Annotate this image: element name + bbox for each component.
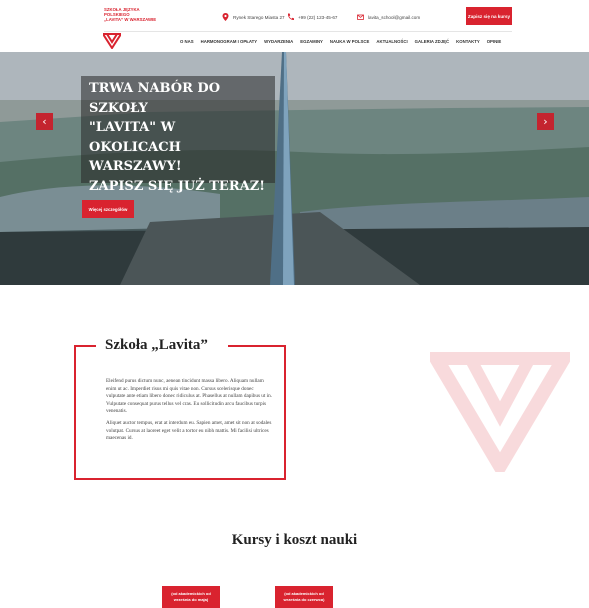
hero-title-line-1: TRWA NABÓR DO SZKOŁY bbox=[89, 81, 221, 116]
course-button-june[interactable]: (od akademickich od września do czerwca) bbox=[275, 586, 333, 608]
watermark-logo-icon bbox=[430, 352, 570, 472]
course-button-june-line-2: września do czerwca) bbox=[283, 597, 325, 602]
phone-icon bbox=[287, 13, 294, 21]
about-paragraph-1: Eleifend purus dictum nunc, aenean tinci… bbox=[106, 378, 272, 415]
nav-item-events[interactable]: WYDARZENIA bbox=[264, 39, 293, 47]
nav-item-contacts[interactable]: KONTAKTY bbox=[456, 39, 480, 47]
logo-icon[interactable] bbox=[103, 33, 121, 49]
nav-item-news[interactable]: AKTUALNOŚCI bbox=[376, 39, 407, 47]
brand-line-3: „LAVITA” W WARSZAWIE bbox=[104, 17, 157, 23]
chevron-left-icon: ‹ bbox=[42, 115, 47, 128]
signup-button[interactable]: Zapisz się na kursy bbox=[466, 7, 512, 25]
slider-prev-button[interactable]: ‹ bbox=[36, 113, 53, 130]
address-text: Rynek Starego Miasta 27 bbox=[233, 14, 285, 20]
brand-name[interactable]: SZKOŁA JĘZYKA POLSKIEGO „LAVITA” W WARSZ… bbox=[104, 7, 174, 23]
chevron-right-icon: › bbox=[543, 115, 548, 128]
nav-item-about[interactable]: O NAS bbox=[180, 39, 194, 47]
nav-item-reviews[interactable]: OPINIE bbox=[487, 39, 502, 47]
hero-title: TRWA NABÓR DO SZKOŁY "LAVITA" W OKOLICAC… bbox=[89, 79, 269, 196]
header-divider bbox=[104, 31, 512, 32]
about-title: Szkoła „Lavita” bbox=[105, 337, 208, 353]
more-details-button[interactable]: Więcej szczegółów bbox=[82, 200, 134, 218]
hero-title-line-4: ZAPISZ SIĘ JUŻ TERAZ! bbox=[89, 178, 265, 194]
phone-text: +99 (22) 123-45-67 bbox=[298, 14, 338, 20]
phone-info[interactable]: +99 (22) 123-45-67 bbox=[287, 12, 337, 22]
nav-item-gallery[interactable]: GALERIA ZDJĘĆ bbox=[415, 39, 449, 47]
main-nav: O NAS HARMONOGRAM I OPŁATY WYDARZENIA EG… bbox=[180, 39, 501, 47]
nav-item-schedule[interactable]: HARMONOGRAM I OPŁATY bbox=[201, 39, 258, 47]
site-header: SZKOŁA JĘZYKA POLSKIEGO „LAVITA” W WARSZ… bbox=[0, 0, 589, 52]
location-pin-icon bbox=[222, 13, 229, 21]
hero-slider: TRWA NABÓR DO SZKOŁY "LAVITA" W OKOLICAC… bbox=[0, 52, 589, 285]
address-info: Rynek Starego Miasta 27 bbox=[222, 12, 285, 22]
nav-item-study-in-poland[interactable]: NAUKA W POLSCE bbox=[330, 39, 369, 47]
email-info[interactable]: lavita_school@gmail.com bbox=[357, 12, 420, 22]
hero-title-line-2: "LAVITA" W OKOLICACH bbox=[89, 120, 181, 155]
mail-icon bbox=[357, 14, 364, 20]
email-text: lavita_school@gmail.com bbox=[368, 14, 421, 20]
course-button-may[interactable]: (od akademickich od września do maja) bbox=[162, 586, 220, 608]
courses-section-title: Kursy i koszt nauki bbox=[231, 532, 358, 548]
course-button-may-line-2: września do maja) bbox=[173, 597, 209, 602]
hero-title-line-3: WARSZAWY! bbox=[89, 159, 182, 174]
about-body: Eleifend purus dictum nunc, aenean tinci… bbox=[106, 378, 272, 443]
about-paragraph-2: Aliquet auctor tempus, erat at interdum … bbox=[106, 419, 272, 442]
slider-next-button[interactable]: › bbox=[537, 113, 554, 130]
nav-item-exams[interactable]: EGZAMINY bbox=[300, 39, 323, 47]
